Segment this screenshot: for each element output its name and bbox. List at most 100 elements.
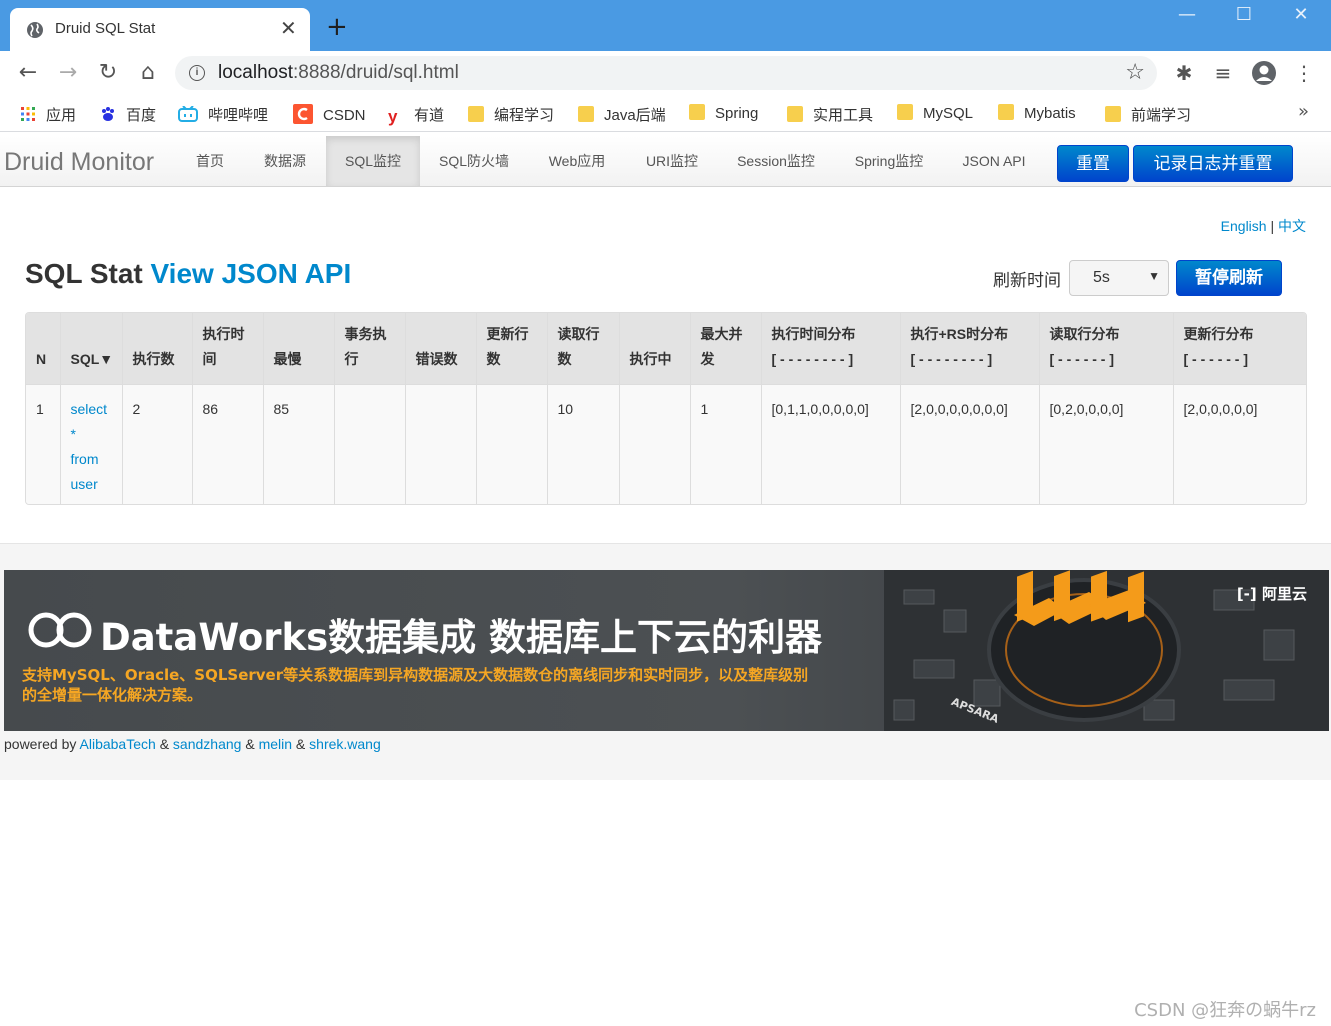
dataworks-ad-banner[interactable]: DataWorks数据集成 数据库上下云的利器 支持MySQL、Oracle、S… bbox=[4, 570, 1329, 731]
amp-separator: & bbox=[295, 736, 306, 752]
new-tab-button[interactable]: + bbox=[326, 14, 348, 40]
tab-title: Druid SQL Stat bbox=[55, 20, 156, 37]
cell-max-concurrent: 1 bbox=[689, 383, 761, 504]
media-queue-icon[interactable]: ≡ bbox=[1211, 61, 1235, 85]
col-header-sql[interactable]: SQL▼ bbox=[59, 313, 122, 384]
nav-web-app[interactable]: Web应用 bbox=[532, 136, 622, 186]
col-header-exec-time[interactable]: 执行时间 bbox=[191, 313, 263, 384]
back-arrow-icon[interactable]: ← bbox=[14, 59, 42, 87]
bookmark-youdao[interactable]: y 有道 bbox=[388, 104, 444, 126]
col-header-errors[interactable]: 错误数 bbox=[404, 313, 476, 384]
cell-exec-rs-dist: [2,0,0,0,0,0,0,0] bbox=[899, 383, 1039, 504]
view-json-api-link[interactable]: View JSON API bbox=[151, 258, 352, 289]
bilibili-tv-icon bbox=[178, 106, 198, 122]
powered-by-line: powered by AlibabaTech & sandzhang & mel… bbox=[4, 736, 381, 752]
lang-separator: | bbox=[1270, 218, 1275, 234]
extensions-puzzle-icon[interactable]: ✱ bbox=[1172, 61, 1196, 85]
cell-txn bbox=[333, 383, 405, 504]
col-header-update-rows-dist[interactable]: 更新行分布[ - - - - - - ] bbox=[1172, 313, 1306, 384]
col-header-exec-time-dist[interactable]: 执行时间分布[ - - - - - - - - ] bbox=[760, 313, 900, 384]
brand-logo-text[interactable]: Druid Monitor bbox=[4, 148, 154, 177]
cell-read-rows-dist: [0,2,0,0,0,0] bbox=[1038, 383, 1173, 504]
amp-separator: & bbox=[245, 736, 255, 752]
browser-toolbar: ← → ↻ ⌂ i localhost:8888/druid/sql.html … bbox=[0, 51, 1331, 95]
pause-refresh-button[interactable]: 暂停刷新 bbox=[1176, 260, 1282, 296]
bookmark-folder-java[interactable]: Java后端 bbox=[578, 104, 666, 124]
refresh-interval-select[interactable]: 5s ▼ bbox=[1069, 260, 1169, 296]
sql-stat-table: N SQL▼ 执行数 执行时间 最慢 事务执行 错误数 更新行数 读取行数 执行… bbox=[25, 312, 1307, 505]
tab-close-icon[interactable]: ✕ bbox=[280, 16, 297, 40]
folder-icon bbox=[1105, 106, 1121, 122]
col-header-update-rows[interactable]: 更新行数 bbox=[475, 313, 547, 384]
csdn-c-icon bbox=[293, 104, 313, 124]
col-header-slowest[interactable]: 最慢 bbox=[262, 313, 334, 384]
nav-spring-monitor[interactable]: Spring监控 bbox=[838, 136, 940, 186]
bookmark-folder-spring[interactable]: Spring bbox=[689, 104, 758, 124]
author-link-sandzhang[interactable]: sandzhang bbox=[173, 736, 242, 752]
nav-json-api[interactable]: JSON API bbox=[948, 136, 1040, 186]
maximize-icon[interactable]: ☐ bbox=[1221, 4, 1267, 30]
bookmark-bilibili[interactable]: 哔哩哔哩 bbox=[178, 104, 268, 124]
window-close-icon[interactable]: ✕ bbox=[1278, 4, 1324, 30]
folder-icon bbox=[787, 106, 803, 122]
page-footer: DataWorks数据集成 数据库上下云的利器 支持MySQL、Oracle、S… bbox=[0, 543, 1331, 780]
folder-icon bbox=[897, 104, 913, 120]
bookmark-folder-mysql[interactable]: MySQL bbox=[897, 104, 973, 124]
col-header-exec-count[interactable]: 执行数 bbox=[121, 313, 192, 384]
refresh-interval-value: 5s bbox=[1093, 269, 1110, 286]
druid-navbar: Druid Monitor 首页 数据源 SQL监控 SQL防火墙 Web应用 … bbox=[0, 136, 1331, 187]
aliyun-logo: [-] 阿里云 bbox=[1236, 585, 1307, 603]
apps-grid-icon bbox=[21, 107, 35, 121]
bookmarks-bar: 应用 百度 哔哩哔哩 CSDN y 有道 编程学习 Java后端 Spring 实… bbox=[0, 95, 1331, 132]
table-row: 1 select * from user 2 86 85 10 1 [0,1,1,0,… bbox=[26, 383, 1306, 504]
col-header-exec-rs-dist[interactable]: 执行+RS时分布[ - - - - - - - - ] bbox=[899, 313, 1039, 384]
nav-sql-monitor[interactable]: SQL监控 bbox=[326, 136, 420, 186]
home-icon[interactable]: ⌂ bbox=[134, 59, 162, 87]
minimize-icon[interactable]: — bbox=[1164, 4, 1210, 30]
url-text[interactable]: localhost:8888/druid/sql.html bbox=[218, 62, 459, 84]
bookmark-folder-programming[interactable]: 编程学习 bbox=[468, 104, 554, 124]
powered-by-label: powered by bbox=[4, 736, 77, 752]
nav-sql-firewall[interactable]: SQL防火墙 bbox=[425, 136, 523, 186]
col-header-running[interactable]: 执行中 bbox=[618, 313, 690, 384]
nav-home[interactable]: 首页 bbox=[180, 136, 240, 186]
bookmark-csdn[interactable]: CSDN bbox=[293, 104, 366, 124]
youdao-y-icon: y bbox=[388, 107, 398, 126]
page-title: SQL Stat View JSON API bbox=[25, 258, 351, 290]
cell-update-rows-dist: [2,0,0,0,0,0] bbox=[1172, 383, 1306, 504]
author-link-melin[interactable]: melin bbox=[259, 736, 292, 752]
lang-english-link[interactable]: English bbox=[1221, 218, 1267, 234]
bookmark-baidu[interactable]: 百度 bbox=[100, 104, 156, 124]
lang-chinese-link[interactable]: 中文 bbox=[1278, 218, 1306, 234]
forward-arrow-icon[interactable]: → bbox=[54, 59, 82, 87]
banner-subtitle: 支持MySQL、Oracle、SQLServer等关系数据库到异构数据源及大数据… bbox=[22, 666, 809, 704]
author-link-alibabatech[interactable]: AlibabaTech bbox=[80, 736, 156, 752]
col-header-read-rows[interactable]: 读取行数 bbox=[546, 313, 619, 384]
reset-button[interactable]: 重置 bbox=[1057, 145, 1129, 182]
page-title-text: SQL Stat bbox=[25, 258, 143, 289]
log-and-reset-button[interactable]: 记录日志并重置 bbox=[1133, 145, 1293, 182]
menu-kebab-icon[interactable]: ⋮ bbox=[1292, 61, 1316, 85]
nav-datasource[interactable]: 数据源 bbox=[247, 136, 323, 186]
bookmark-apps[interactable]: 应用 bbox=[20, 104, 76, 124]
reload-icon[interactable]: ↻ bbox=[94, 59, 122, 87]
col-header-max-concurrent[interactable]: 最大并发 bbox=[689, 313, 761, 384]
nav-session-monitor[interactable]: Session监控 bbox=[722, 136, 830, 186]
col-header-n[interactable]: N bbox=[26, 313, 60, 384]
col-header-read-rows-dist[interactable]: 读取行分布[ - - - - - - ] bbox=[1038, 313, 1173, 384]
address-bar[interactable]: i localhost:8888/druid/sql.html ☆ bbox=[175, 56, 1157, 90]
bookmarks-overflow-button[interactable]: » bbox=[1298, 101, 1309, 122]
profile-avatar-icon[interactable] bbox=[1251, 60, 1277, 86]
bookmark-star-icon[interactable]: ☆ bbox=[1125, 60, 1145, 85]
site-info-icon[interactable]: i bbox=[189, 65, 205, 81]
cell-n: 1 bbox=[26, 383, 60, 504]
col-header-txn[interactable]: 事务执行 bbox=[333, 313, 405, 384]
bookmark-folder-tools[interactable]: 实用工具 bbox=[787, 104, 873, 124]
bookmark-folder-mybatis[interactable]: Mybatis bbox=[998, 104, 1076, 124]
cell-sql: select * from user bbox=[59, 383, 122, 504]
browser-tab[interactable]: Druid SQL Stat ✕ bbox=[10, 8, 310, 51]
sql-detail-link[interactable]: select * from user bbox=[71, 401, 108, 492]
bookmark-folder-frontend[interactable]: 前端学习 bbox=[1105, 104, 1191, 124]
nav-uri-monitor[interactable]: URI监控 bbox=[630, 136, 714, 186]
author-link-shrek-wang[interactable]: shrek.wang bbox=[309, 736, 381, 752]
